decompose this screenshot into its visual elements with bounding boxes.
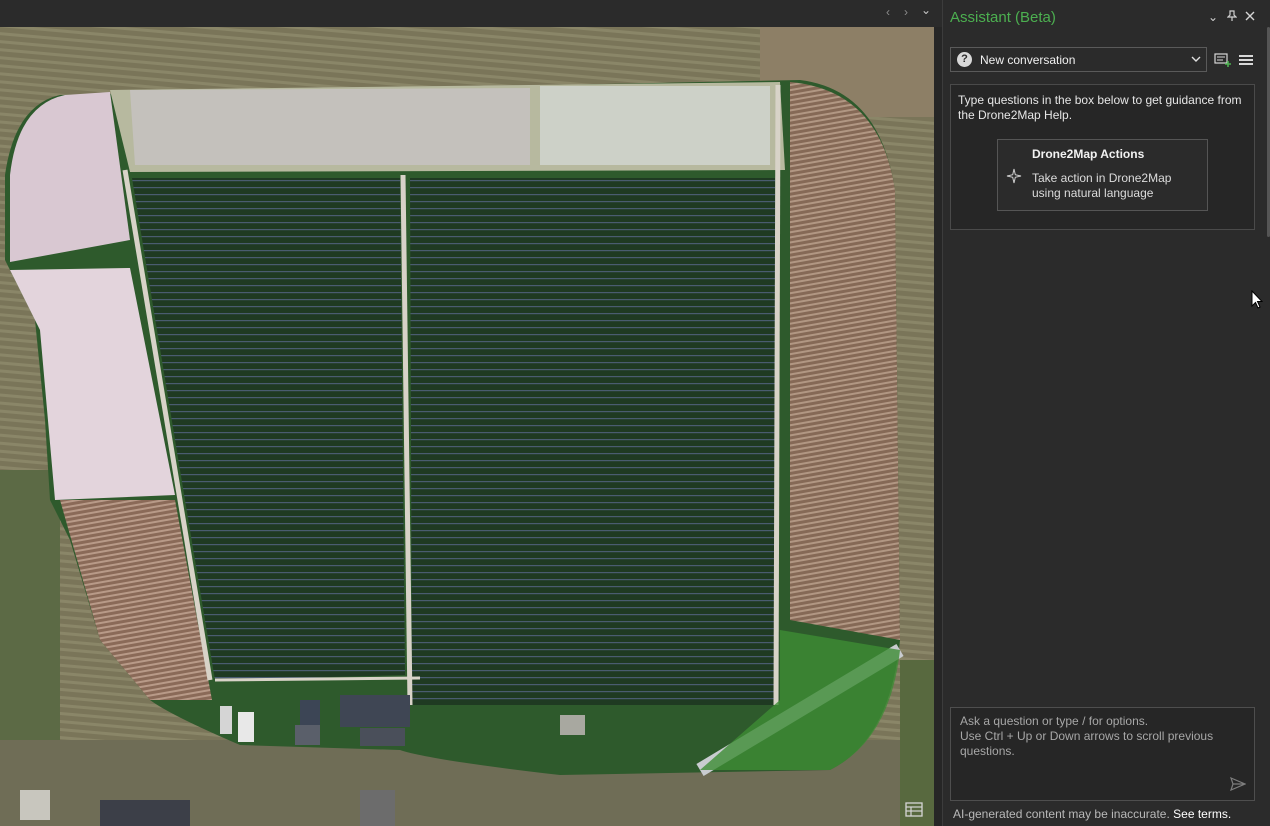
new-chat-icon — [1214, 53, 1231, 67]
pane-title: Assistant (Beta) — [950, 9, 1056, 26]
conversation-select-label: New conversation — [980, 53, 1076, 67]
question-input[interactable] — [951, 708, 1254, 800]
menu-button[interactable] — [1236, 50, 1256, 70]
drone2map-actions-card[interactable]: Drone2Map Actions Take action in Drone2M… — [997, 139, 1208, 211]
send-button[interactable] — [1230, 776, 1247, 794]
orthomosaic-image — [0, 27, 934, 826]
help-icon: ? — [957, 52, 972, 67]
conversation-select[interactable]: ? New conversation — [950, 47, 1207, 72]
disclaimer: AI-generated content may be inaccurate. … — [953, 807, 1231, 821]
tab-list-chevron-icon[interactable]: ⌄ — [921, 3, 931, 17]
close-icon[interactable] — [1244, 10, 1256, 25]
map-tab-strip: ‹ › ⌄ — [0, 0, 942, 28]
mouse-cursor-icon — [1251, 290, 1263, 309]
assistant-pane: Assistant (Beta) ⌄ ? New conversation Ty… — [942, 0, 1270, 826]
hamburger-menu-icon — [1239, 55, 1253, 65]
pane-options-chevron-icon[interactable]: ⌄ — [1208, 10, 1218, 24]
sparkle-icon — [1006, 168, 1022, 184]
pin-icon[interactable] — [1226, 10, 1238, 25]
map-view[interactable] — [0, 27, 934, 826]
table-view-icon — [905, 802, 923, 817]
guidance-panel: Type questions in the box below to get g… — [950, 84, 1255, 230]
pane-splitter[interactable] — [934, 27, 942, 826]
disclaimer-text: AI-generated content may be inaccurate. — [953, 807, 1170, 821]
action-card-title: Drone2Map Actions — [1032, 147, 1145, 161]
scroll-left-icon[interactable]: ‹ — [886, 5, 890, 19]
see-terms-link[interactable]: See terms. — [1173, 807, 1231, 821]
scroll-right-icon[interactable]: › — [904, 5, 908, 19]
attribute-table-button[interactable] — [905, 802, 929, 822]
chevron-down-icon — [1191, 51, 1201, 70]
guidance-text: Type questions in the box below to get g… — [958, 93, 1242, 122]
send-icon — [1230, 776, 1247, 792]
action-card-description: Take action in Drone2Map using natural l… — [1032, 171, 1172, 200]
new-chat-button[interactable] — [1213, 50, 1233, 70]
question-input-box[interactable] — [950, 707, 1255, 801]
